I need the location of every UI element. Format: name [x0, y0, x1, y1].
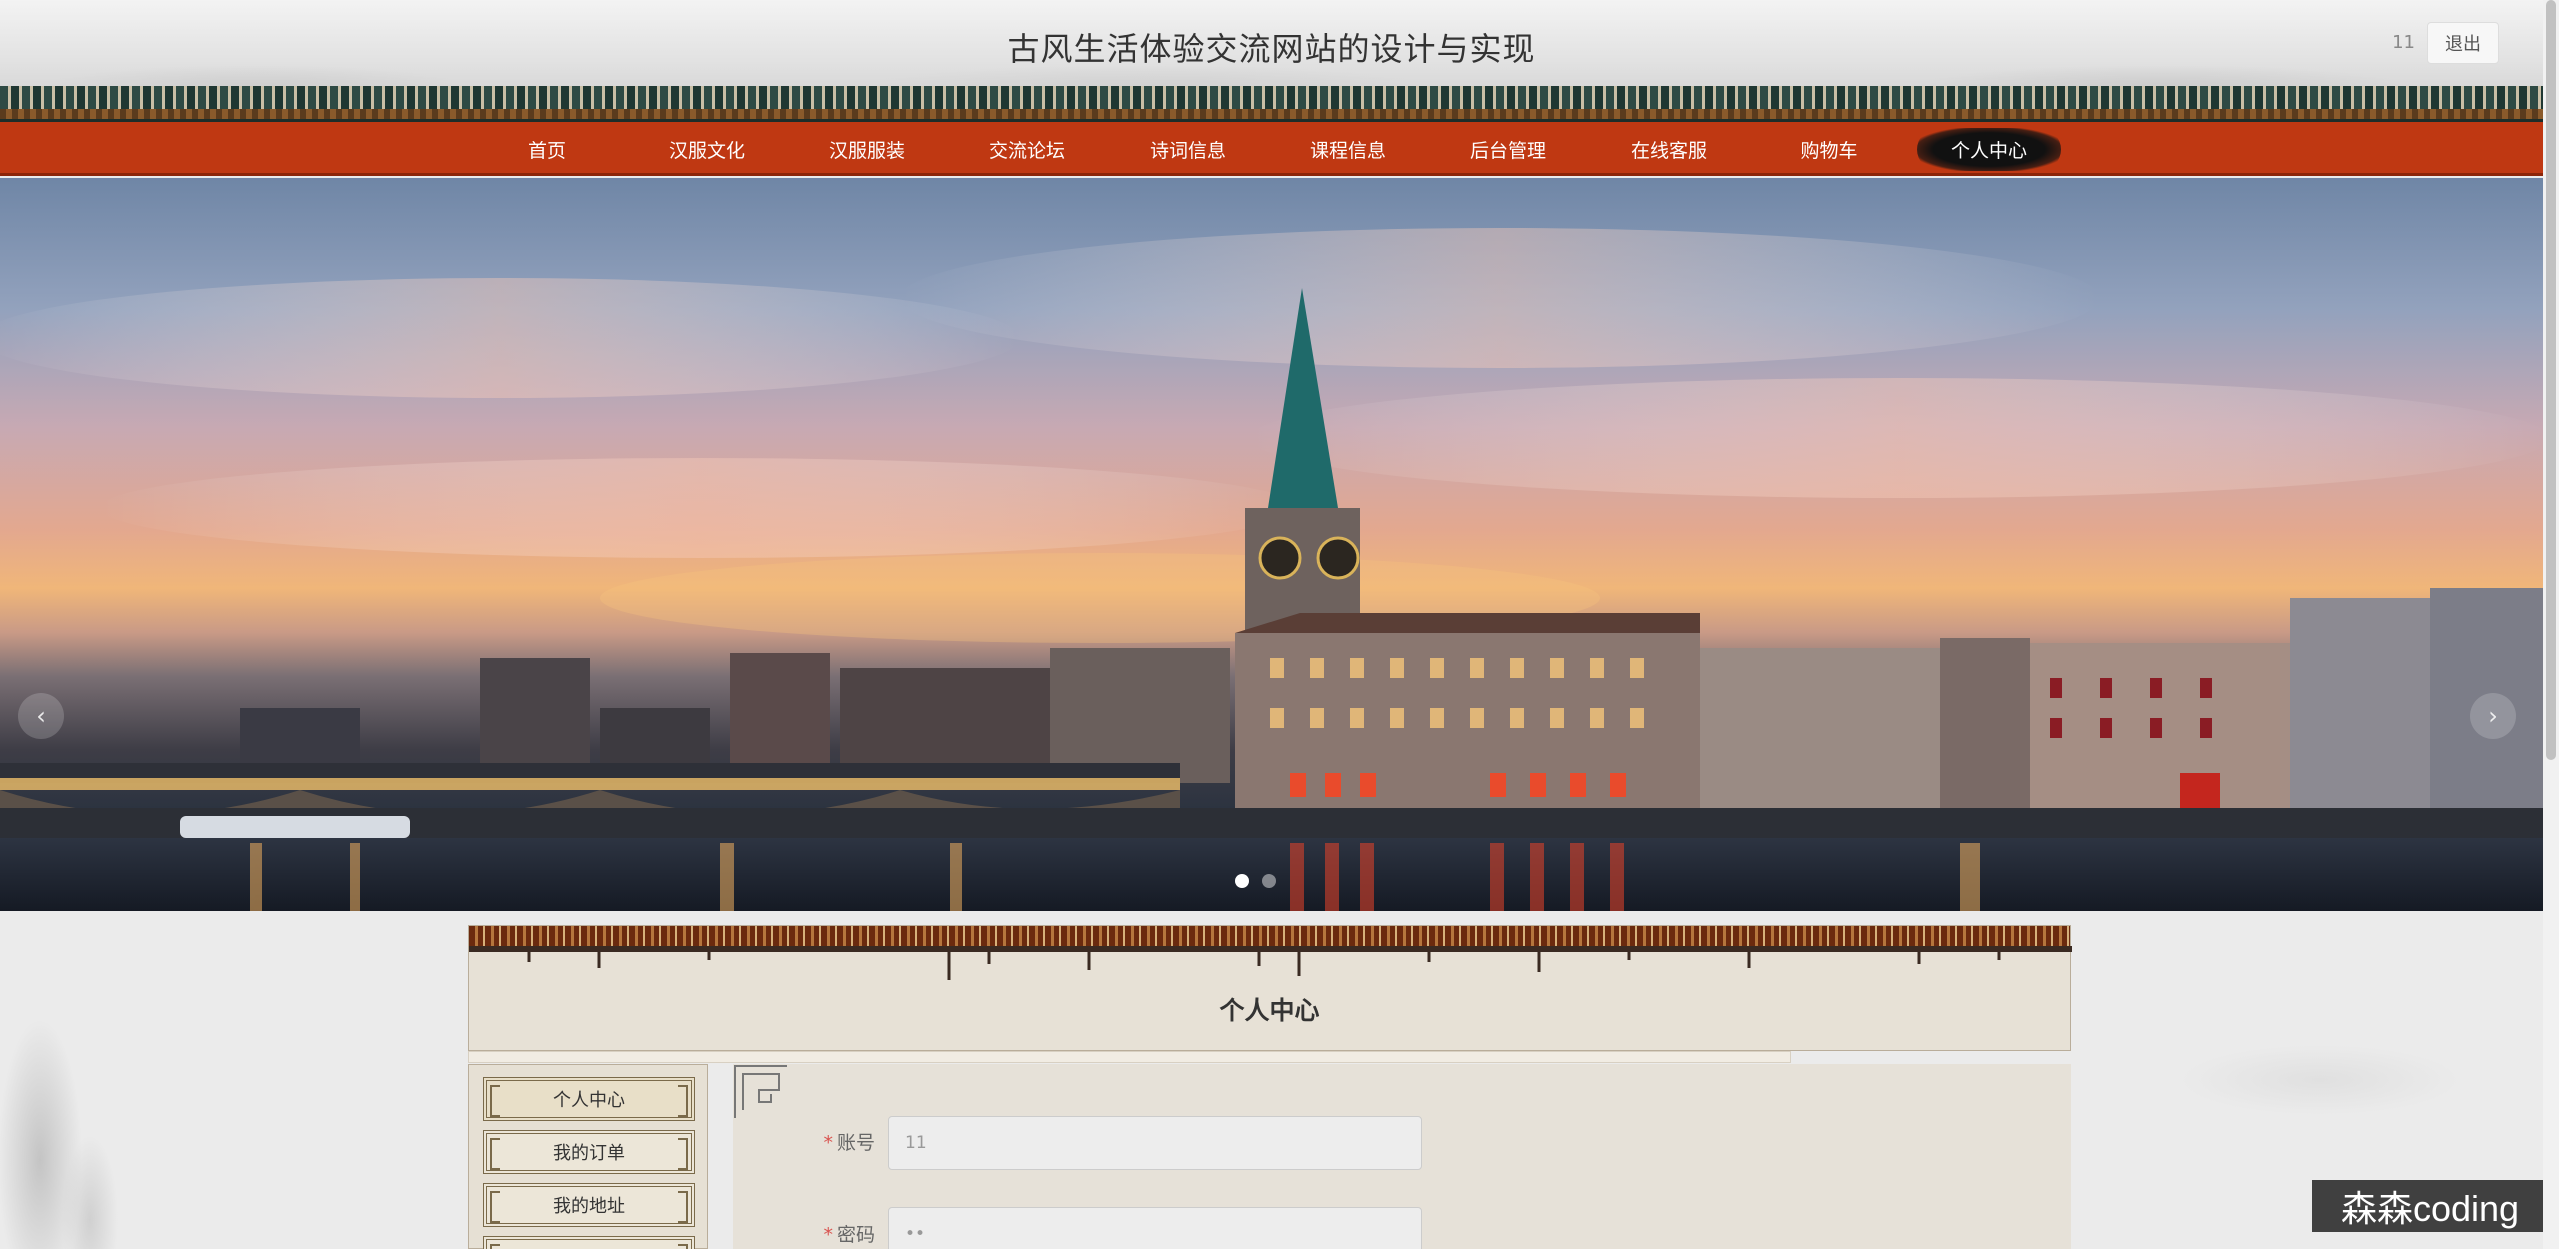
ink-mountain-decoration: [0, 960, 150, 1249]
personal-center-header: 个人中心: [468, 925, 2072, 1051]
roof-tile-border: [0, 86, 2543, 122]
top-header: 古风生活体验交流网站的设计与实现 11 退出: [0, 0, 2543, 86]
nav-item-label: 汉服服装: [828, 139, 905, 162]
nav-item-forum[interactable]: 交流论坛: [952, 122, 1102, 176]
sidebar-item-my-orders[interactable]: 我的订单: [483, 1130, 695, 1174]
nav-item-label: 汉服文化: [668, 139, 745, 162]
current-username: 11: [2392, 32, 2415, 53]
sidebar-item-my-address[interactable]: 我的地址: [483, 1183, 695, 1227]
nav-item-label: 交流论坛: [988, 139, 1065, 162]
page-scrollbar[interactable]: [2543, 0, 2559, 1249]
sidebar-item-label: 个人中心: [553, 1090, 625, 1111]
profile-form: *账号 *密码: [733, 1064, 2071, 1249]
scrollbar-thumb[interactable]: [2546, 0, 2556, 760]
account-input[interactable]: [888, 1116, 1422, 1170]
required-mark: *: [823, 1224, 833, 1246]
nav-item-courses[interactable]: 课程信息: [1273, 122, 1423, 176]
nav-item-personal-center[interactable]: 个人中心: [1914, 122, 2064, 176]
nav-item-label: 购物车: [1800, 139, 1858, 162]
sidebar-item-label: 我的地址: [553, 1196, 625, 1217]
nav-item-label: 后台管理: [1469, 139, 1546, 162]
required-mark: *: [823, 1132, 833, 1154]
city-skyline-image: [0, 228, 2543, 911]
carousel-next-button[interactable]: ›: [2470, 693, 2516, 739]
ink-cloud-decoration: [2070, 1000, 2543, 1160]
hero-carousel: ‹ ›: [0, 178, 2543, 911]
section-divider: [468, 1051, 1791, 1063]
sidebar-item-label: 我的订单: [553, 1143, 625, 1164]
account-label: * 账号: [823, 1132, 875, 1154]
ink-drip-decoration: [469, 946, 2072, 980]
fret-border-decoration: [469, 926, 2070, 946]
nav-item-hanfu-culture[interactable]: 汉服文化: [632, 122, 782, 176]
chevron-left-icon: ‹: [36, 702, 46, 730]
nav-item-label: 个人中心: [1916, 127, 2061, 171]
sidebar-item-partial[interactable]: [483, 1236, 695, 1249]
personal-center-sidebar: 个人中心 我的订单 我的地址: [468, 1064, 708, 1249]
main-nav: 首页 汉服文化 汉服服装 交流论坛 诗词信息 课程信息 后台管理 在线客服 购物…: [0, 122, 2543, 176]
logout-button[interactable]: 退出: [2427, 22, 2499, 64]
password-label: * 密码: [823, 1224, 875, 1246]
nav-item-hanfu-clothing[interactable]: 汉服服装: [792, 122, 942, 176]
nav-item-admin[interactable]: 后台管理: [1433, 122, 1583, 176]
password-input[interactable]: [888, 1207, 1422, 1249]
carousel-dot[interactable]: [1262, 874, 1276, 888]
chevron-right-icon: ›: [2488, 702, 2498, 730]
nav-item-online-service[interactable]: 在线客服: [1594, 122, 1744, 176]
sidebar-item-personal-center[interactable]: 个人中心: [483, 1077, 695, 1121]
nav-item-label: 首页: [527, 139, 566, 162]
nav-item-cart[interactable]: 购物车: [1754, 122, 1904, 176]
nav-item-poetry[interactable]: 诗词信息: [1113, 122, 1263, 176]
panel-title: 个人中心: [1219, 996, 1320, 1025]
carousel-prev-button[interactable]: ‹: [18, 693, 64, 739]
watermark: 森森coding: [2312, 1180, 2548, 1232]
nav-item-label: 在线客服: [1630, 139, 1707, 162]
corner-pattern-icon: [734, 1065, 787, 1118]
nav-item-label: 诗词信息: [1149, 139, 1226, 162]
carousel-dot-active[interactable]: [1235, 874, 1249, 888]
nav-item-label: 课程信息: [1309, 139, 1386, 162]
site-title: 古风生活体验交流网站的设计与实现: [1007, 30, 1536, 68]
nav-item-home[interactable]: 首页: [472, 122, 622, 176]
